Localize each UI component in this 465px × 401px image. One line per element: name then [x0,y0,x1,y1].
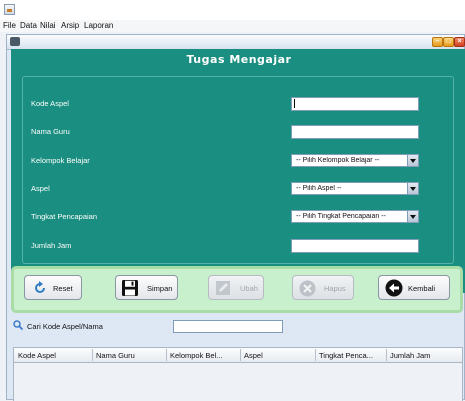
save-label: Simpan [147,284,173,293]
kelompok-belajar-value: -- Pilih Kelompok Belajar -- [296,157,380,164]
chevron-down-icon[interactable] [407,211,418,222]
label-jumlah-jam: Jumlah Jam [31,241,72,250]
label-kode-aspel: Kode Aspel [31,99,69,108]
frame-menu-icon[interactable] [10,37,20,46]
label-kelompok-belajar: Kelompok Belajar [31,156,90,165]
tingkat-pencapaian-value: -- Pilih Tingkat Pencapaian -- [296,213,386,220]
chevron-down-icon[interactable] [407,183,418,194]
maximize-button[interactable]: □ [443,37,454,47]
save-button[interactable]: Simpan [115,275,178,300]
column-header-kode-aspel[interactable]: Kode Aspel [18,351,88,360]
kelompok-belajar-combo[interactable]: -- Pilih Kelompok Belajar -- [291,154,419,167]
tingkat-pencapaian-combo[interactable]: -- Pilih Tingkat Pencapaian -- [291,210,419,223]
label-aspel: Aspel [31,184,50,193]
menubar: File Data Nilai Arsip Laporan [0,20,465,32]
search-label: Cari Kode Aspel/Nama [27,322,103,331]
back-label: Kembali [408,284,436,293]
menu-file[interactable]: File [3,21,16,30]
aspel-combo[interactable]: -- Pilih Aspel -- [291,182,419,195]
menu-data[interactable]: Data [20,21,37,30]
minimize-icon: – [435,38,440,45]
internal-frame: – □ × Tugas Mengajar Kode Aspel Nama Gur… [6,34,465,401]
table-header: Kode Aspel Nama Guru Kelompok Bel... Asp… [14,348,462,363]
column-divider[interactable] [240,349,241,361]
search-icon [13,320,23,330]
search-input[interactable] [173,320,283,333]
edit-icon [216,281,230,295]
jumlah-jam-input[interactable] [291,239,419,253]
form-title: Tugas Mengajar [186,53,292,66]
delete-icon [299,280,316,297]
delete-label: Hapus [324,284,346,293]
minimize-button[interactable]: – [432,37,443,47]
form-panel: Tugas Mengajar Kode Aspel Nama Guru Kelo… [11,49,465,293]
reset-label: Reset [53,284,73,293]
app-icon [4,4,15,15]
kode-aspel-input[interactable] [291,97,419,111]
nama-guru-input[interactable] [291,125,419,139]
menu-arsip[interactable]: Arsip [61,21,79,30]
edit-button[interactable]: Ubah [208,275,264,300]
label-nama-guru: Nama Guru [31,127,70,136]
column-header-kelompok-belajar[interactable]: Kelompok Bel... [170,351,236,360]
close-icon: × [457,38,462,45]
column-divider[interactable] [315,349,316,361]
app-titlebar [0,0,465,20]
column-header-aspel[interactable]: Aspel [244,351,316,360]
aspel-value: -- Pilih Aspel -- [296,185,342,192]
edit-label: Ubah [240,284,258,293]
menu-laporan[interactable]: Laporan [84,21,113,30]
button-panel: Reset Simpan Ubah Hapus Kembali [11,266,463,313]
refresh-icon [35,281,45,293]
maximize-icon: □ [446,38,451,45]
label-tingkat-pencapaian: Tingkat Pencapaian [31,212,98,221]
column-header-nama-guru[interactable]: Nama Guru [96,351,162,360]
reset-button[interactable]: Reset [24,275,82,300]
chevron-down-icon[interactable] [407,155,418,166]
column-header-jumlah-jam[interactable]: Jumlah Jam [390,351,458,360]
internal-frame-titlebar[interactable]: – □ × [7,35,465,50]
back-arrow-icon [385,279,403,297]
column-header-tingkat-pencapaian[interactable]: Tingkat Penca... [319,351,383,360]
column-divider[interactable] [92,349,93,361]
column-divider[interactable] [386,349,387,361]
form-fields-area: Kode Aspel Nama Guru Kelompok Belajar --… [22,76,454,264]
menu-nilai[interactable]: Nilai [40,21,56,30]
floppy-disk-icon [122,280,138,296]
column-divider[interactable] [166,349,167,361]
close-button[interactable]: × [454,37,465,47]
text-caret [294,99,295,108]
delete-button[interactable]: Hapus [292,275,354,300]
data-table[interactable]: Kode Aspel Nama Guru Kelompok Bel... Asp… [13,347,463,401]
back-button[interactable]: Kembali [378,275,450,300]
